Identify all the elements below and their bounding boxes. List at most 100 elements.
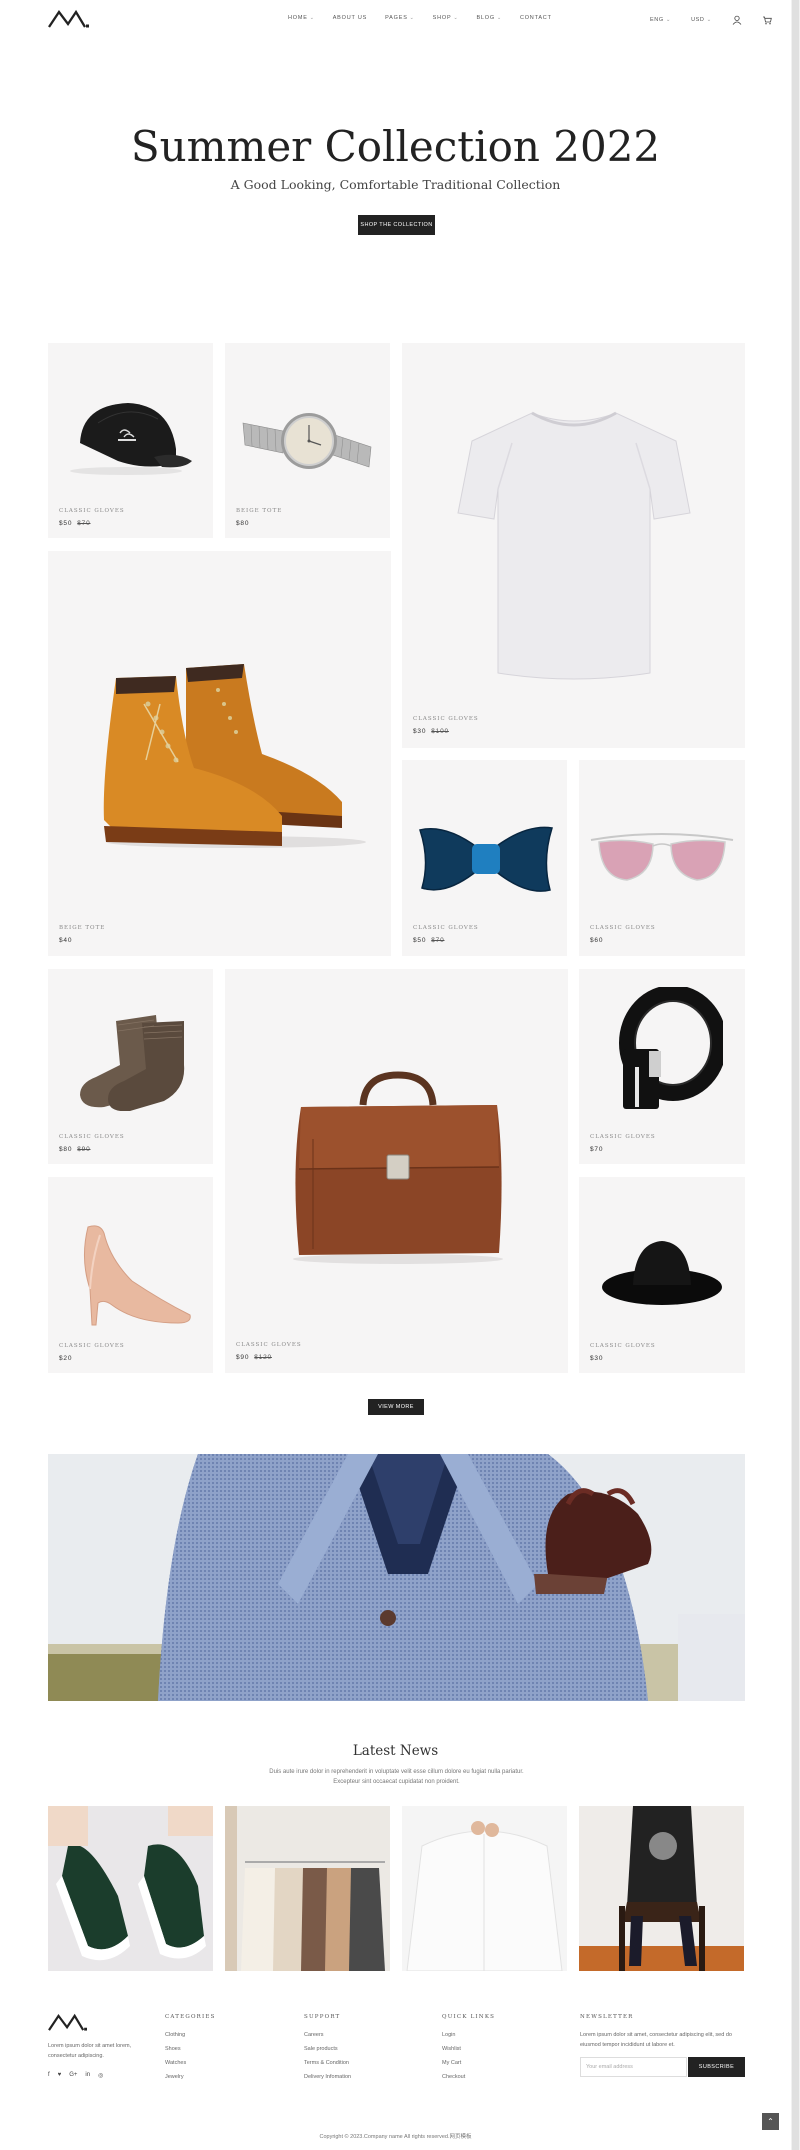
product-card[interactable]: CLASSIC GLOVES $20 xyxy=(48,1177,213,1373)
footer-link[interactable]: My Cart xyxy=(442,2060,461,2066)
price-current: $80 xyxy=(59,1146,73,1153)
nav-item-shop[interactable]: SHOP ⌄ xyxy=(433,15,459,21)
twitter-icon[interactable]: ♥ xyxy=(58,2072,62,2079)
footer-link[interactable]: Login xyxy=(442,2032,455,2038)
watch-image xyxy=(242,413,372,469)
news-image-sneakers[interactable] xyxy=(48,1806,213,1971)
product-name: CLASSIC GLOVES xyxy=(413,716,479,722)
nav-label: CONTACT xyxy=(519,15,552,21)
linkedin-icon[interactable]: in xyxy=(85,2072,90,2079)
user-icon[interactable] xyxy=(732,15,742,25)
tshirt-image xyxy=(457,411,691,680)
chevron-down-icon: ⌄ xyxy=(409,15,415,21)
product-card[interactable]: CLASSIC GLOVES $30 $100 xyxy=(402,343,745,748)
footer-link[interactable]: Terms & Condition xyxy=(304,2060,349,2066)
price-current: $50 xyxy=(59,520,73,527)
boots-image xyxy=(103,664,366,848)
jacket-banner-illustration xyxy=(48,1454,745,1701)
product-price: $80 xyxy=(236,520,254,527)
social-links: f ♥ G+ in ◎ xyxy=(48,2072,103,2079)
product-name: CLASSIC GLOVES xyxy=(59,1343,125,1349)
product-card[interactable]: CLASSIC GLOVES $50 $70 xyxy=(48,343,213,538)
news-image-woman-chair[interactable] xyxy=(579,1806,744,1971)
product-price: $40 xyxy=(59,937,77,944)
instagram-icon[interactable]: ◎ xyxy=(98,2072,103,2079)
price-current: $60 xyxy=(590,937,604,944)
product-price: $70 xyxy=(590,1146,608,1153)
header-tools: ENG ⌄ USD ⌄ xyxy=(650,15,772,25)
scrollbar-thumb[interactable] xyxy=(792,0,799,2150)
nav-label: BLOG xyxy=(476,15,495,21)
hat-image xyxy=(602,1241,722,1305)
footer-link[interactable]: Checkout xyxy=(442,2074,465,2080)
subscribe-button[interactable]: SUBSCRIBE xyxy=(688,2057,745,2077)
google-plus-icon[interactable]: G+ xyxy=(69,2072,77,2079)
product-price: $30 $100 xyxy=(413,728,449,735)
currency-label: USD xyxy=(691,17,705,23)
product-price: $80 $90 xyxy=(59,1146,91,1153)
footer-link[interactable]: Clothing xyxy=(165,2032,185,2038)
footer-link[interactable]: Delivery Infomation xyxy=(304,2074,351,2080)
product-card[interactable]: BEIGE TOTE $40 xyxy=(48,551,391,956)
nav-item-home[interactable]: HOME ⌄ xyxy=(288,15,315,21)
product-card[interactable]: BEIGE TOTE $80 xyxy=(225,343,390,538)
newsletter-title: NEWSLETTER xyxy=(580,2014,634,2020)
product-card[interactable]: CLASSIC GLOVES $50 $70 xyxy=(402,760,567,956)
facebook-icon[interactable]: f xyxy=(48,2072,50,2079)
product-card[interactable]: CLASSIC GLOVES $30 xyxy=(579,1177,745,1373)
nav-item-about[interactable]: ABOUT US xyxy=(333,15,367,21)
site-header: HOME ⌄ ABOUT US PAGES ⌄ SHOP ⌄ BLOG ⌄ CONTAC… xyxy=(0,0,791,38)
footer-link[interactable]: Careers xyxy=(304,2032,324,2038)
heels-image xyxy=(84,1225,191,1326)
nav-label: ABOUT US xyxy=(332,15,368,21)
product-name: CLASSIC GLOVES xyxy=(590,1343,656,1349)
footer-link[interactable]: Sale products xyxy=(304,2046,338,2052)
newsletter-email-input[interactable]: Your email address xyxy=(580,2057,687,2077)
language-label: ENG xyxy=(650,17,664,23)
chevron-down-icon: ⌄ xyxy=(496,15,502,21)
news-image-clothes-rack[interactable] xyxy=(225,1806,390,1971)
cart-icon[interactable] xyxy=(762,15,772,25)
nav-item-pages[interactable]: PAGES ⌄ xyxy=(385,15,415,21)
news-title: Latest News xyxy=(352,1743,439,1759)
belt-image xyxy=(619,987,723,1109)
product-card[interactable]: CLASSIC GLOVES $90 $120 xyxy=(225,969,568,1373)
logo-icon[interactable] xyxy=(48,9,90,29)
product-card[interactable]: CLASSIC GLOVES $80 $90 xyxy=(48,969,213,1164)
copyright-text: Copyright © 2023.Company name All rights… xyxy=(319,2134,472,2140)
nav-label: SHOP xyxy=(432,15,452,21)
sunglasses-image xyxy=(590,833,734,881)
shop-collection-button[interactable]: SHOP THE COLLECTION xyxy=(358,215,435,235)
product-card[interactable]: CLASSIC GLOVES $70 xyxy=(579,969,745,1164)
price-current: $30 xyxy=(413,728,427,735)
quick-links-title: QUICK LINKS xyxy=(442,2014,496,2020)
cap-image xyxy=(70,403,192,475)
price-current: $80 xyxy=(236,520,250,527)
footer-link[interactable]: Wishlist xyxy=(442,2046,461,2052)
footer-logo-icon[interactable] xyxy=(48,2013,88,2032)
support-title: SUPPORT xyxy=(304,2014,341,2020)
product-name: CLASSIC GLOVES xyxy=(236,1342,302,1348)
footer-link[interactable]: Jewelry xyxy=(165,2074,184,2080)
product-name: CLASSIC GLOVES xyxy=(59,508,125,514)
view-more-button[interactable]: VIEW MORE xyxy=(368,1399,424,1415)
product-price: $30 xyxy=(590,1355,608,1362)
price-current: $70 xyxy=(590,1146,604,1153)
product-card[interactable]: CLASSIC GLOVES $60 xyxy=(579,760,745,956)
currency-select[interactable]: USD ⌄ xyxy=(691,17,712,23)
back-to-top-button[interactable]: ⌃ xyxy=(762,2113,779,2130)
nav-item-contact[interactable]: CONTACT xyxy=(520,15,552,21)
price-current: $90 xyxy=(236,1354,250,1361)
footer-link[interactable]: Shoes xyxy=(165,2046,181,2052)
news-image-white-shirt[interactable] xyxy=(402,1806,567,1971)
footer-link[interactable]: Watches xyxy=(165,2060,186,2066)
page-scrollbar[interactable] xyxy=(791,0,800,2150)
nav-item-blog[interactable]: BLOG ⌄ xyxy=(476,15,501,21)
product-price: $60 xyxy=(590,937,608,944)
footer-about-text: Lorem ipsum dolor sit amet lorem, consec… xyxy=(48,2043,132,2059)
product-name: BEIGE TOTE xyxy=(59,925,106,931)
white-shirt-illustration xyxy=(402,1806,567,1971)
language-select[interactable]: ENG ⌄ xyxy=(650,17,671,23)
woman-chair-illustration xyxy=(579,1806,744,1971)
main-nav: HOME ⌄ ABOUT US PAGES ⌄ SHOP ⌄ BLOG ⌄ CONTAC… xyxy=(288,15,552,21)
